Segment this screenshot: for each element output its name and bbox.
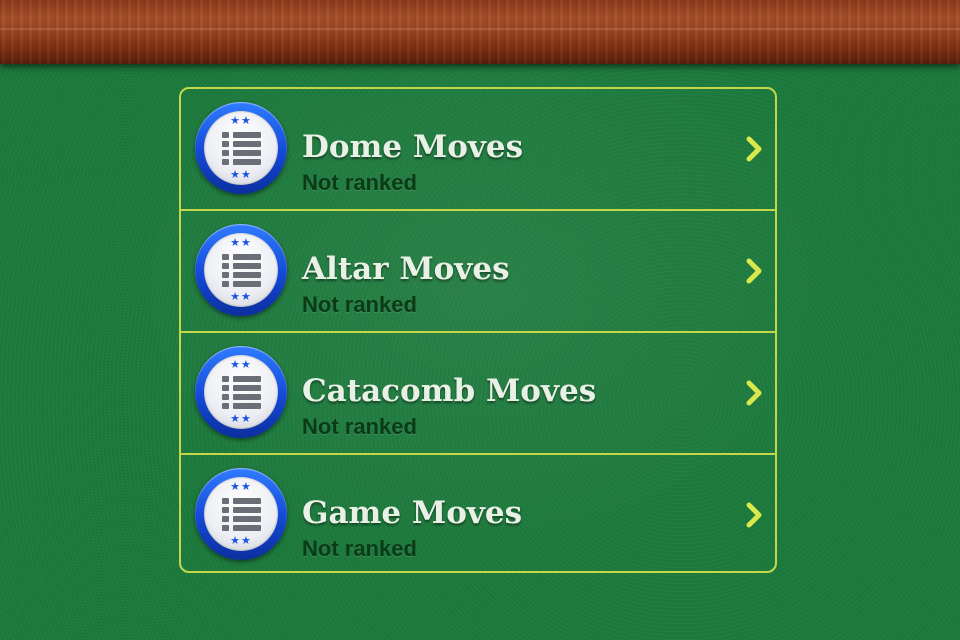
star-icon: ★★ bbox=[230, 236, 252, 249]
list-icon bbox=[222, 132, 262, 165]
wood-header-bar bbox=[0, 0, 960, 64]
leaderboard-rank: Not ranked bbox=[302, 170, 417, 195]
star-icon: ★★ bbox=[230, 168, 252, 181]
leaderboard-rank: Not ranked bbox=[302, 536, 417, 561]
leaderboard-list-icon: ★★ ★★ bbox=[195, 468, 287, 560]
chevron-right-icon bbox=[746, 380, 762, 406]
leaderboard-row-game-moves[interactable]: ★★ ★★ Game Moves Not ranked bbox=[181, 455, 775, 571]
star-icon: ★★ bbox=[230, 480, 252, 493]
star-icon: ★★ bbox=[230, 290, 252, 303]
leaderboard-list-icon: ★★ ★★ bbox=[195, 346, 287, 438]
list-icon bbox=[222, 376, 262, 409]
leaderboard-rank: Not ranked bbox=[302, 414, 417, 439]
leaderboard-title: Catacomb Moves bbox=[302, 373, 597, 409]
leaderboard-title: Dome Moves bbox=[302, 129, 524, 165]
list-icon bbox=[222, 254, 262, 287]
leaderboard-title: Altar Moves bbox=[302, 251, 510, 287]
leaderboard-title: Game Moves bbox=[302, 495, 523, 531]
chevron-right-icon bbox=[746, 258, 762, 284]
star-icon: ★★ bbox=[230, 534, 252, 547]
star-icon: ★★ bbox=[230, 114, 252, 127]
chevron-right-icon bbox=[746, 136, 762, 162]
star-icon: ★★ bbox=[230, 412, 252, 425]
leaderboard-list: ★★ ★★ Dome Moves Not ranked ★★ ★★ Altar … bbox=[179, 87, 777, 573]
leaderboard-list-icon: ★★ ★★ bbox=[195, 102, 287, 194]
list-icon bbox=[222, 498, 262, 531]
leaderboard-row-dome-moves[interactable]: ★★ ★★ Dome Moves Not ranked bbox=[181, 89, 775, 211]
leaderboard-rank: Not ranked bbox=[302, 292, 417, 317]
leaderboard-row-altar-moves[interactable]: ★★ ★★ Altar Moves Not ranked bbox=[181, 211, 775, 333]
leaderboard-row-catacomb-moves[interactable]: ★★ ★★ Catacomb Moves Not ranked bbox=[181, 333, 775, 455]
chevron-right-icon bbox=[746, 502, 762, 528]
leaderboard-list-icon: ★★ ★★ bbox=[195, 224, 287, 316]
star-icon: ★★ bbox=[230, 358, 252, 371]
